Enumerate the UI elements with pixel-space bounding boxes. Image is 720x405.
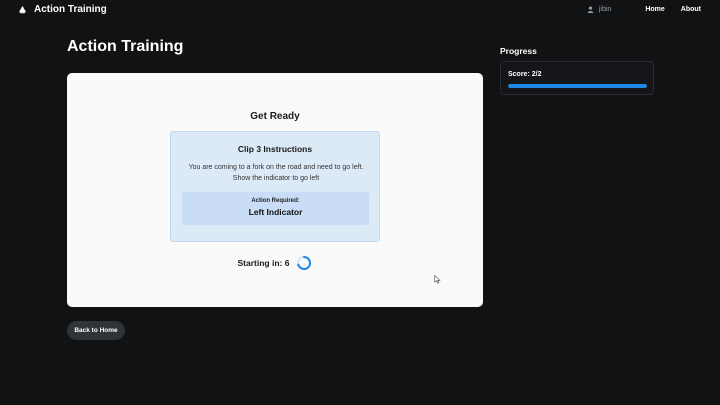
user-menu[interactable]: jibin — [587, 6, 611, 13]
app-logo-icon — [18, 5, 27, 14]
countdown: Starting in: 6 — [67, 255, 483, 271]
countdown-label: Starting in: — [237, 258, 283, 268]
back-to-home-button[interactable]: Back to Home — [67, 321, 125, 340]
progress-bar — [508, 84, 647, 88]
countdown-value: 6 — [284, 258, 290, 268]
action-required-value: Left Indicator — [248, 207, 303, 217]
instruction-text: You are coming to a fork on the road and… — [188, 164, 364, 182]
action-required-label: Action Required: — [251, 198, 300, 204]
progress-card: Score: 2/2 — [500, 61, 654, 95]
get-ready-heading: Get Ready — [250, 111, 300, 122]
clip-instructions-box: Clip 3 Instructions You are coming to a … — [170, 131, 380, 242]
top-navbar: Action Training jibin Home About — [0, 0, 720, 22]
loading-spinner-icon — [297, 255, 312, 270]
brand-title: Action Training — [34, 4, 107, 15]
nav-right: jibin Home About — [587, 6, 701, 13]
score-text: Score: 2/2 — [508, 71, 542, 78]
progress-bar-fill — [508, 84, 647, 88]
progress-heading: Progress — [500, 46, 537, 56]
clip-title: Clip 3 Instructions — [237, 144, 313, 154]
nav-home-link[interactable]: Home — [645, 6, 664, 13]
mouse-cursor-icon — [434, 275, 441, 284]
user-icon — [587, 6, 594, 13]
user-name: jibin — [598, 6, 612, 13]
page-title: Action Training — [67, 38, 184, 55]
nav-about-link[interactable]: About — [681, 6, 701, 13]
action-required-box: Action Required: Left Indicator — [182, 192, 369, 225]
training-card: Get Ready Clip 3 Instructions You are co… — [67, 73, 483, 307]
brand[interactable]: Action Training — [18, 4, 107, 15]
